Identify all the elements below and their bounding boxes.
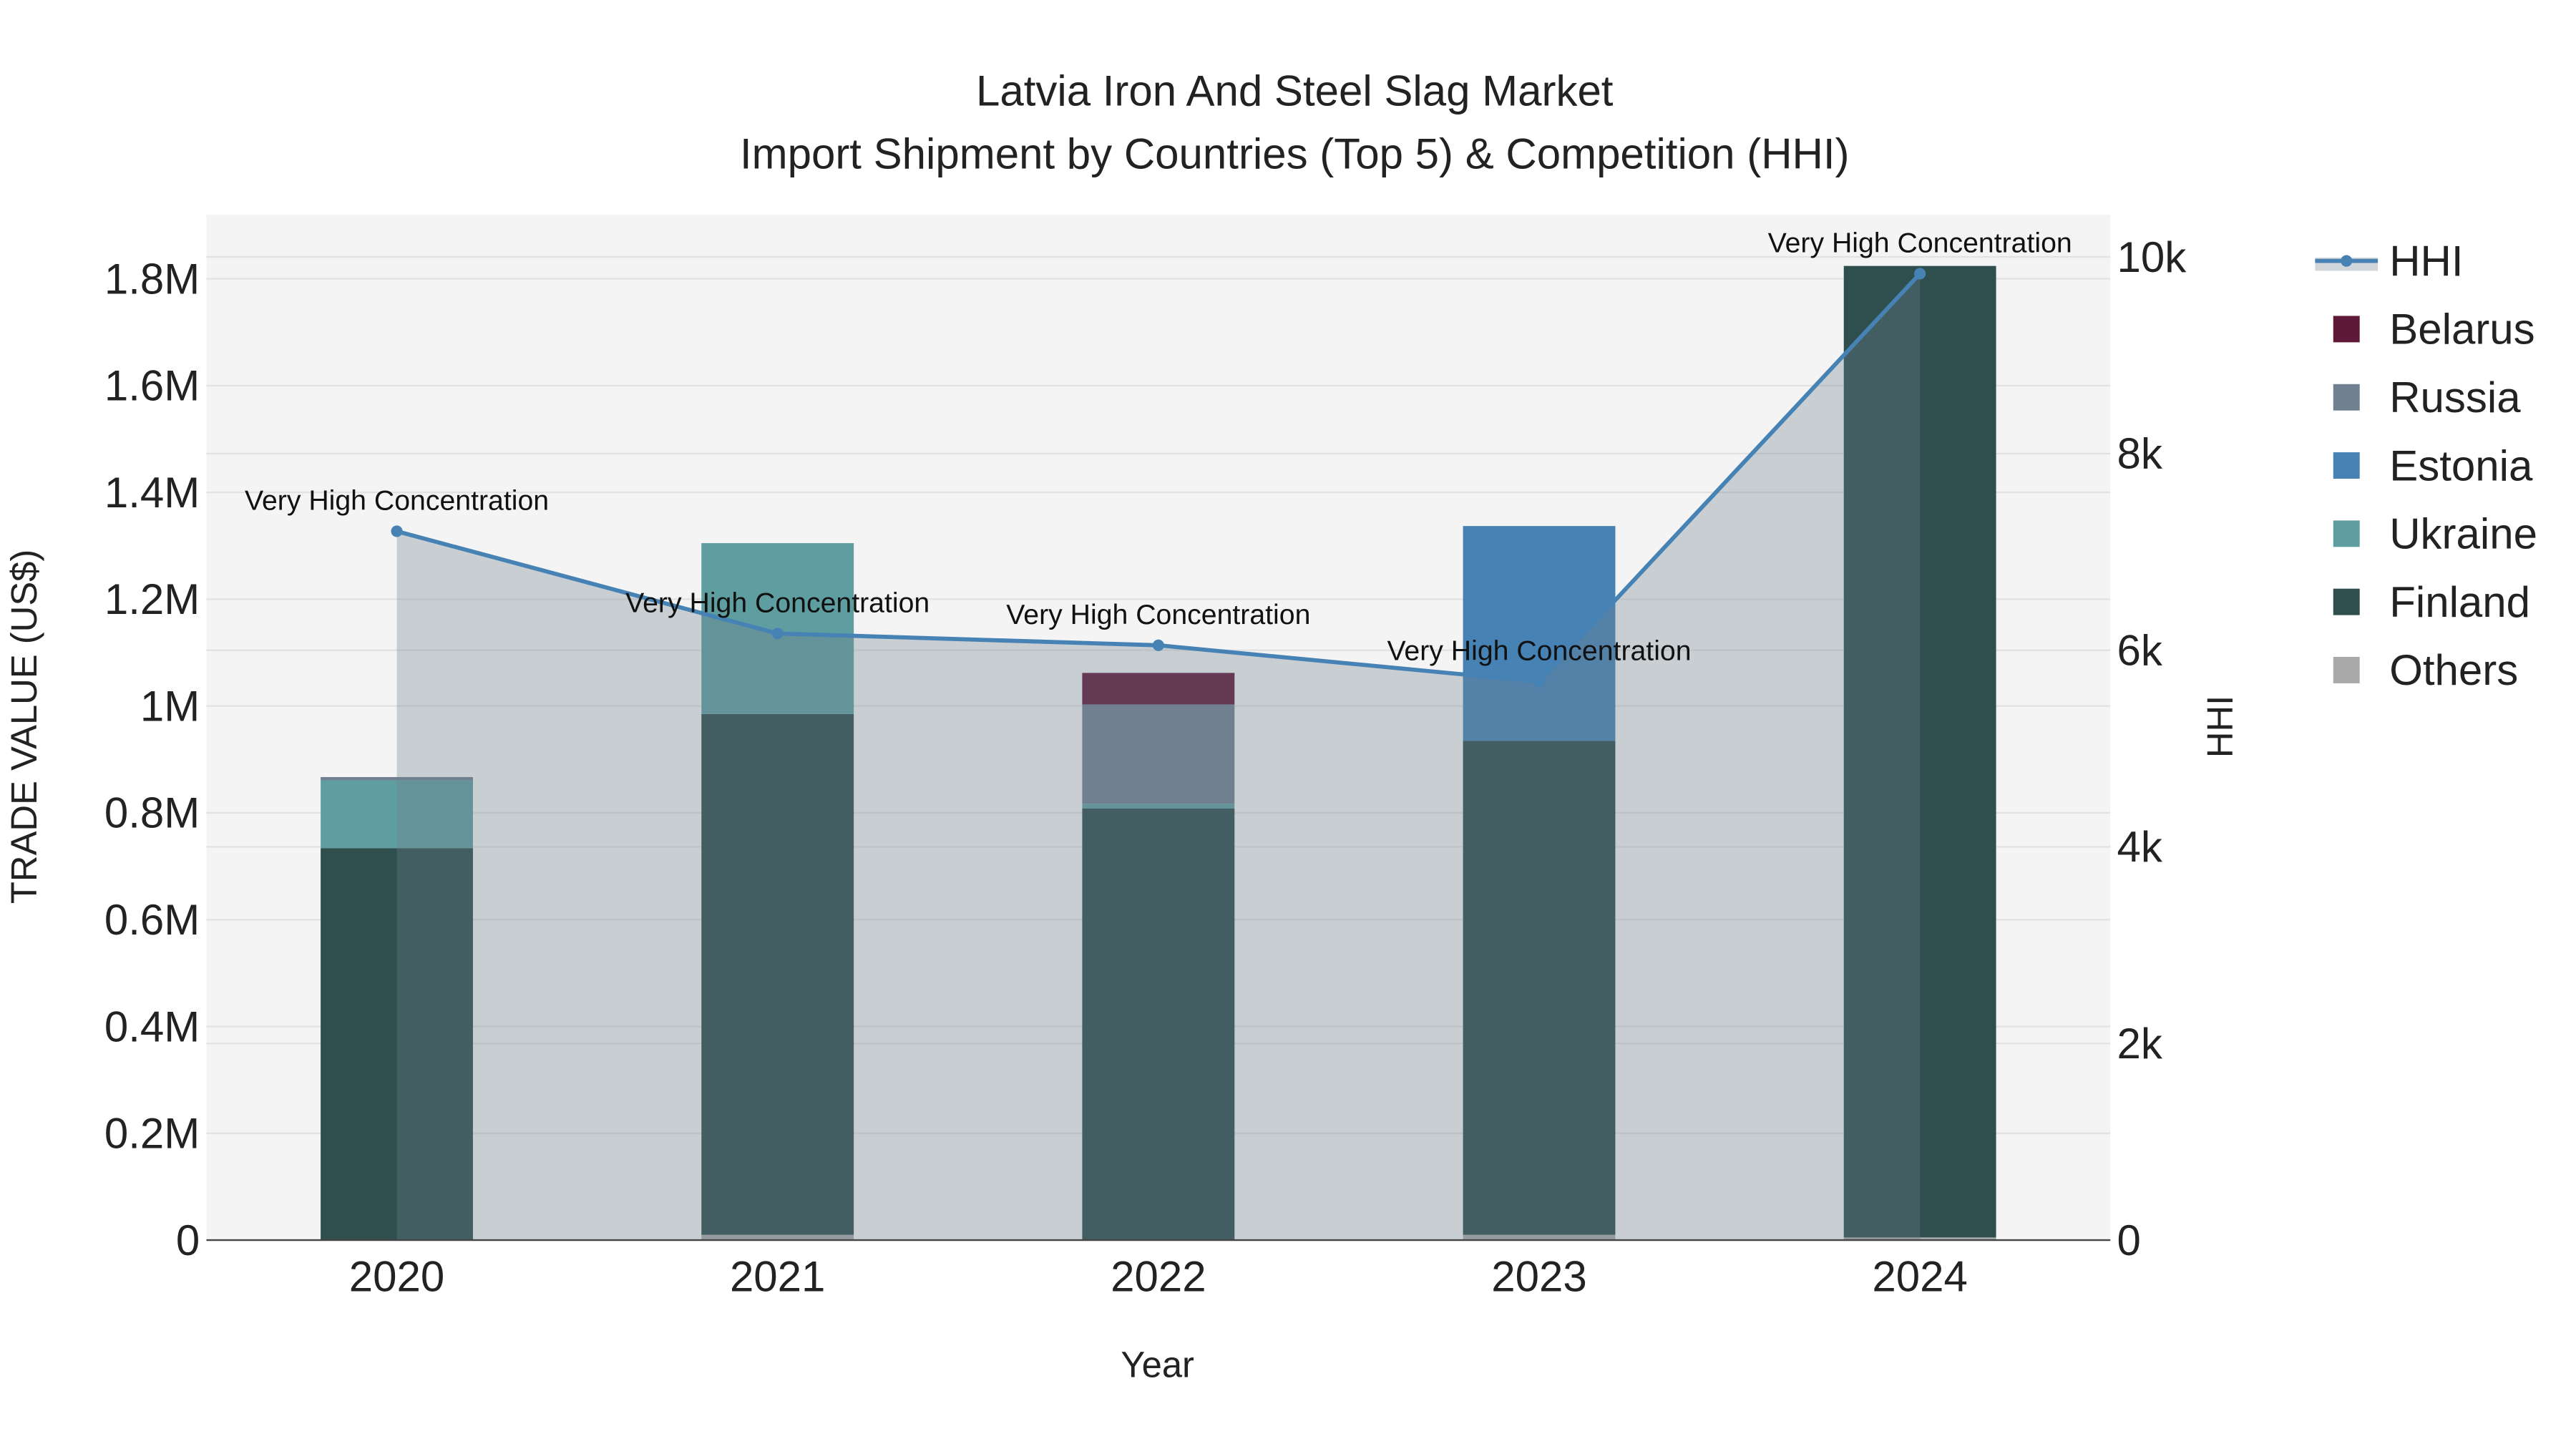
x-axis-title: Year <box>1121 1345 1194 1385</box>
legend-swatch-estonia <box>2333 452 2360 479</box>
hhi-annotation: Very High Concentration <box>1768 227 2072 258</box>
y-axis-title: TRADE VALUE (US$) <box>4 550 44 904</box>
legend-label[interactable]: Others <box>2389 646 2518 694</box>
legend-label[interactable]: Ukraine <box>2389 510 2537 558</box>
y2-tick-label: 2k <box>2117 1020 2162 1068</box>
legend-swatch-others <box>2333 657 2360 683</box>
x-tick-label: 2021 <box>730 1253 825 1301</box>
hhi-annotation: Very High Concentration <box>1387 635 1691 667</box>
y2-axis-title: HHI <box>2200 696 2240 758</box>
hhi-point[interactable] <box>391 525 403 537</box>
x-tick-label: 2024 <box>1872 1253 1967 1301</box>
legend-marker-hhi <box>2341 255 2353 267</box>
y2-tick-label: 4k <box>2117 823 2162 871</box>
y2-tick-label: 6k <box>2117 626 2162 674</box>
y-tick-label: 0.2M <box>104 1110 200 1158</box>
hhi-point[interactable] <box>1914 268 1926 280</box>
y-tick-label: 0.4M <box>104 1002 200 1050</box>
legend-swatch-belarus <box>2333 316 2360 343</box>
y-tick-label: 1.2M <box>104 575 200 623</box>
y-tick-label: 1.8M <box>104 255 200 303</box>
legend-label[interactable]: Russia <box>2389 374 2521 421</box>
y-tick-label: 1M <box>140 682 200 730</box>
chart-title: Latvia Iron And Steel Slag Market <box>976 67 1614 115</box>
legend-swatch-ukraine <box>2333 520 2360 547</box>
legend-label[interactable]: HHI <box>2389 237 2463 285</box>
legend-swatch-finland <box>2333 588 2360 615</box>
y-tick-label: 1.4M <box>104 469 200 517</box>
y2-tick-label: 10k <box>2117 233 2187 281</box>
legend-label[interactable]: Belarus <box>2389 306 2534 353</box>
legend-label[interactable]: Finland <box>2389 578 2530 626</box>
chart: Latvia Iron And Steel Slag Market Import… <box>4 67 2537 1385</box>
hhi-annotation: Very High Concentration <box>1006 599 1310 630</box>
x-tick-label: 2023 <box>1491 1253 1586 1301</box>
y-tick-label: 0.8M <box>104 789 200 837</box>
hhi-point[interactable] <box>771 628 784 640</box>
y2-tick-label: 0 <box>2117 1216 2140 1264</box>
legend-swatch-russia <box>2333 384 2360 411</box>
x-tick-label: 2020 <box>349 1253 444 1301</box>
hhi-annotation: Very High Concentration <box>625 587 930 618</box>
x-tick-label: 2022 <box>1111 1253 1206 1301</box>
legend-label[interactable]: Estonia <box>2389 441 2533 489</box>
hhi-annotation: Very High Concentration <box>245 484 549 516</box>
hhi-point[interactable] <box>1533 675 1546 688</box>
y-tick-label: 0 <box>176 1216 200 1264</box>
hhi-point[interactable] <box>1152 639 1164 651</box>
legend: HHI Belarus Russia Estonia Ukraine Finland Oth… <box>2315 237 2537 694</box>
y-tick-label: 0.6M <box>104 896 200 944</box>
y2-tick-label: 8k <box>2117 430 2162 478</box>
y-tick-label: 1.6M <box>104 362 200 410</box>
chart-subtitle: Import Shipment by Countries (Top 5) & C… <box>740 130 1850 177</box>
